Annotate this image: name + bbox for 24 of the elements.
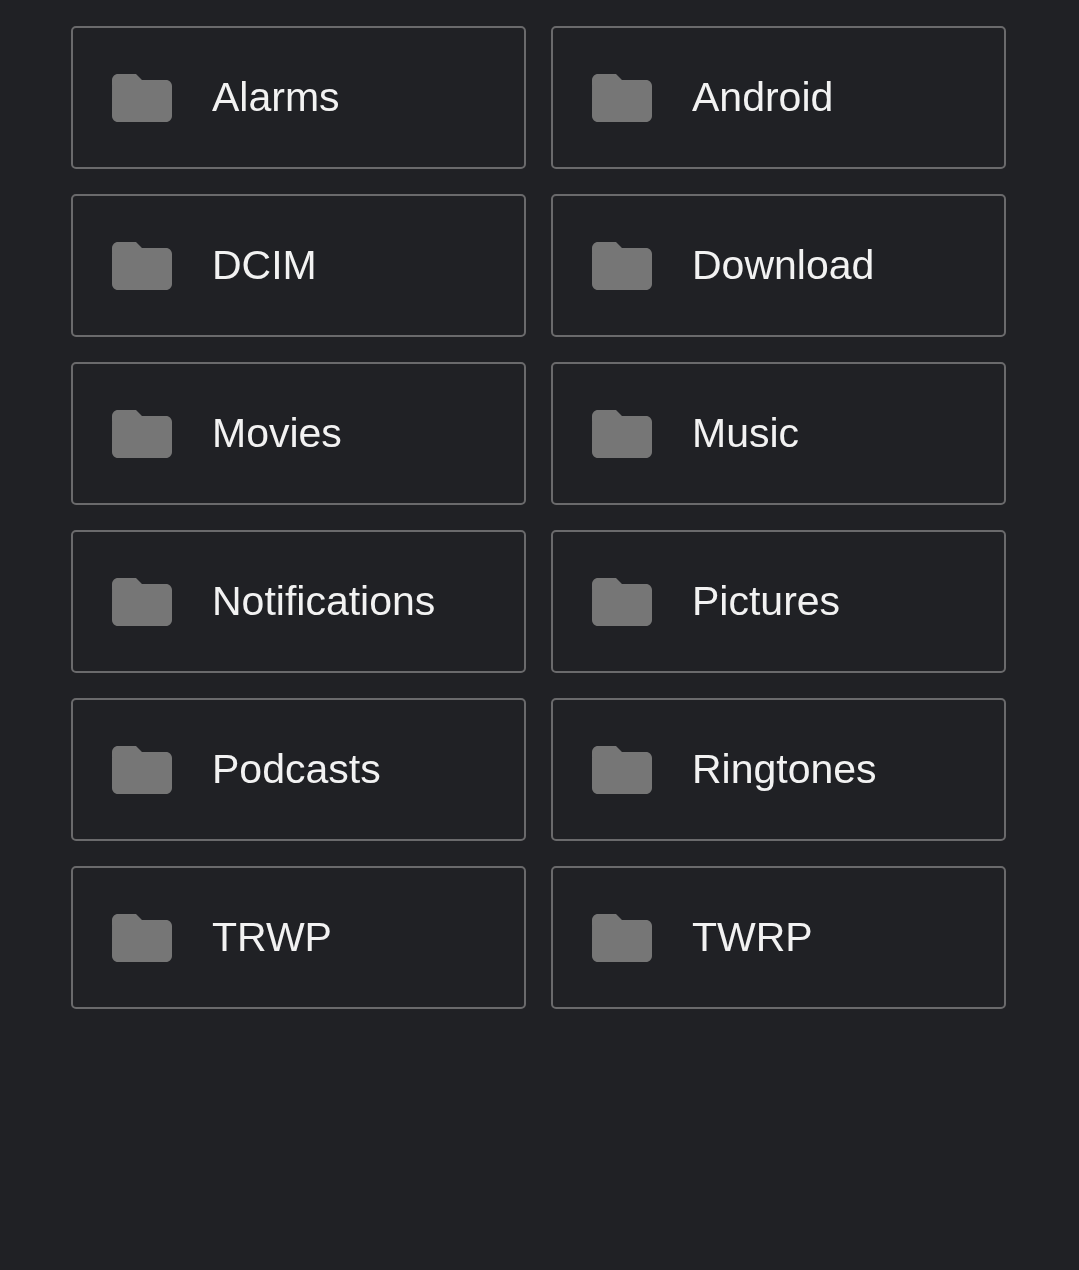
folder-icon: [112, 409, 172, 458]
folder-item[interactable]: Alarms: [71, 26, 526, 169]
folder-icon: [592, 913, 652, 962]
folder-icon: [112, 577, 172, 626]
folder-item[interactable]: Pictures: [551, 530, 1006, 673]
folder-icon: [592, 409, 652, 458]
folder-item[interactable]: DCIM: [71, 194, 526, 337]
folder-item[interactable]: Movies: [71, 362, 526, 505]
folder-icon: [112, 241, 172, 290]
folder-item[interactable]: TRWP: [71, 866, 526, 1009]
folder-item[interactable]: Download: [551, 194, 1006, 337]
folder-icon: [112, 73, 172, 122]
folder-icon: [592, 241, 652, 290]
folder-item[interactable]: Android: [551, 26, 1006, 169]
folder-item[interactable]: Ringtones: [551, 698, 1006, 841]
folder-icon: [112, 745, 172, 794]
folder-icon: [592, 73, 652, 122]
folder-item[interactable]: Music: [551, 362, 1006, 505]
folder-item[interactable]: Notifications: [71, 530, 526, 673]
folder-icon: [112, 913, 172, 962]
folder-item[interactable]: Podcasts: [71, 698, 526, 841]
folder-icon: [592, 577, 652, 626]
folder-icon: [592, 745, 652, 794]
folder-item[interactable]: TWRP: [551, 866, 1006, 1009]
